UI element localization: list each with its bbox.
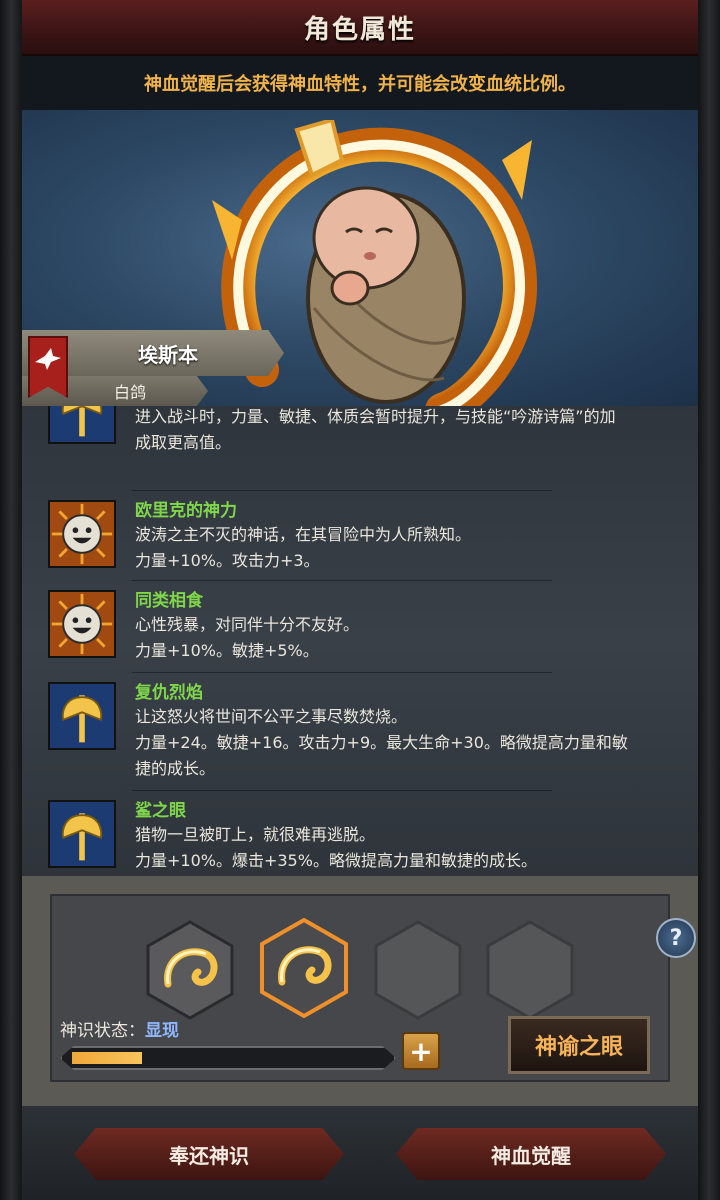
axe-icon: [48, 800, 116, 868]
divine-status: 神识状态：显现: [60, 1016, 179, 1041]
character-portrait-area: 埃斯本 白鸽: [22, 110, 698, 406]
add-button[interactable]: +: [402, 1032, 440, 1070]
baby-character-icon: [306, 186, 466, 404]
divine-progress-fill: [72, 1052, 142, 1064]
divine-status-value: 显现: [145, 1021, 179, 1041]
help-button[interactable]: ?: [656, 918, 696, 958]
trait-desc: 进入战斗时，力量、敏捷、体质会暂时提升，与技能“吟游诗篇”的加: [135, 407, 616, 426]
divider: [132, 790, 552, 791]
divine-slot-1[interactable]: [146, 920, 234, 1020]
sun-face-icon: [48, 500, 116, 568]
oracle-eye-button[interactable]: 神谕之眼: [508, 1016, 650, 1074]
trait-effect: 力量+10%。敏捷+5%。: [135, 641, 319, 660]
awakening-panel: ? 神识状态：显现 + 神谕之眼: [22, 876, 698, 1106]
trait-name: 欧里克的神力: [135, 501, 237, 521]
trait-effect: 力量+10%。爆击+35%。略微提高力量和敏捷的成长。: [135, 851, 537, 870]
page-title: 角色属性: [303, 14, 416, 45]
divine-status-label: 神识状态：: [60, 1021, 145, 1041]
axe-icon: [48, 406, 116, 444]
axe-icon: [48, 682, 116, 750]
trait-name: 鲨之眼: [135, 801, 186, 821]
notice-text: 神血觉醒后会获得神血特性，并可能会改变血统比例。: [144, 74, 576, 95]
blood-awaken-button[interactable]: 神血觉醒: [396, 1128, 666, 1180]
trait-desc: 心性残暴，对同伴十分不友好。: [135, 615, 360, 634]
trait-effect: 力量+24。敏捷+16。攻击力+9。最大生命+30。略微提高力量和敏: [135, 733, 628, 752]
divine-progress-bar: [60, 1046, 396, 1070]
return-divine-label: 奉还神识: [169, 1143, 249, 1168]
divider: [132, 490, 552, 491]
return-divine-button[interactable]: 奉还神识: [74, 1128, 344, 1180]
trait-effect: 成取更高值。: [135, 433, 232, 452]
trait-effect: 力量+10%。攻击力+3。: [135, 551, 320, 570]
divine-slot-4-empty[interactable]: [486, 920, 574, 1020]
trait-name: 复仇烈焰: [135, 683, 203, 703]
game-screen: 角色属性 神血觉醒后会获得神血特性，并可能会改变血统比例。 埃斯本 白鸽 进入战…: [0, 0, 720, 1200]
blood-awaken-label: 神血觉醒: [491, 1143, 571, 1168]
footer-bar: 奉还神识 神血觉醒: [22, 1106, 698, 1200]
notice-bar: 神血觉醒后会获得神血特性，并可能会改变血统比例。: [22, 56, 698, 110]
trait-list[interactable]: 进入战斗时，力量、敏捷、体质会暂时提升，与技能“吟游诗篇”的加 成取更高值。 欧…: [22, 406, 698, 876]
trait-desc: 猎物一旦被盯上，就很难再逃脱。: [135, 825, 376, 844]
trait-desc: 让这怒火将世间不公平之事尽数焚烧。: [135, 707, 408, 726]
trait-desc: 波涛之主不灭的神话，在其冒险中为人所熟知。: [135, 525, 472, 544]
trait-name: 同类相食: [135, 591, 203, 611]
character-name: 埃斯本: [138, 342, 198, 367]
trait-effect-cont: 捷的成长。: [135, 759, 216, 778]
sun-face-icon: [48, 590, 116, 658]
header-bar: 角色属性: [22, 0, 698, 56]
left-frame-border: [0, 0, 22, 1200]
character-title: 白鸽: [113, 383, 146, 402]
divider: [132, 672, 552, 673]
divine-slot-2-selected[interactable]: [260, 918, 348, 1018]
divine-slot-3-empty[interactable]: [374, 920, 462, 1020]
oracle-eye-label: 神谕之眼: [534, 1035, 623, 1060]
divider: [132, 580, 552, 581]
right-frame-border: [698, 0, 720, 1200]
